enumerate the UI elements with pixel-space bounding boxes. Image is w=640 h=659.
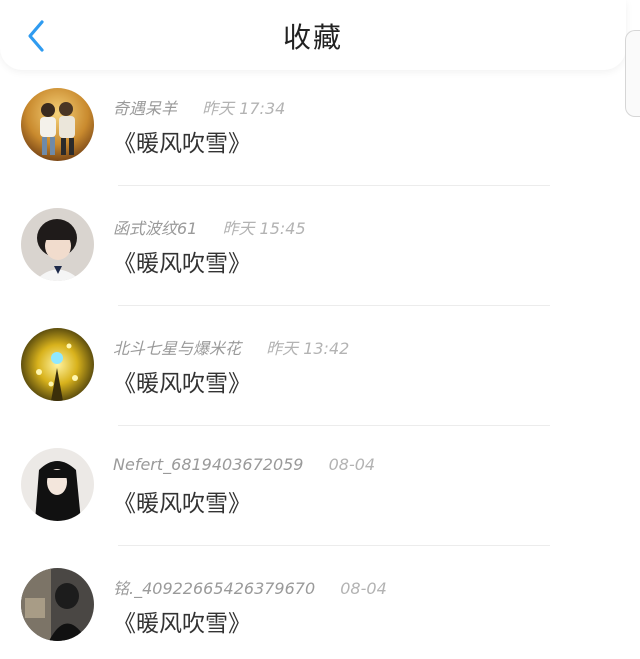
favorites-list: 奇遇呆羊 昨天 17:34 《暖风吹雪》 函式波纹61 昨天 15:45 《暖风… — [0, 72, 640, 659]
page-title: 收藏 — [282, 21, 343, 54]
author-name[interactable]: 函式波纹61 — [113, 219, 197, 238]
top-bar: 收藏 — [0, 0, 626, 70]
avatar[interactable] — [21, 88, 94, 161]
list-item[interactable]: 北斗七星与爆米花 昨天 13:42 《暖风吹雪》 — [0, 312, 640, 432]
author-name[interactable]: 北斗七星与爆米花 — [113, 339, 241, 358]
timestamp: 昨天 13:42 — [266, 339, 350, 358]
favorite-title[interactable]: 《暖风吹雪》 — [113, 484, 251, 518]
avatar[interactable] — [21, 568, 94, 641]
author-name[interactable]: 奇遇呆羊 — [113, 99, 177, 118]
timestamp: 08-04 — [340, 579, 387, 598]
favorites-page: 收藏 奇遇呆羊 昨天 17:34 《暖风吹雪》 函式波纹61 昨天 15:45 … — [0, 0, 640, 659]
side-edge-handle[interactable] — [625, 30, 640, 117]
author-name[interactable]: Nefert_6819403672059 — [113, 455, 303, 474]
timestamp: 昨天 17:34 — [202, 99, 286, 118]
timestamp: 08-04 — [328, 455, 376, 474]
favorite-title[interactable]: 《暖风吹雪》 — [113, 604, 251, 638]
list-item[interactable]: 奇遇呆羊 昨天 17:34 《暖风吹雪》 — [0, 72, 640, 192]
divider — [118, 305, 550, 306]
avatar[interactable] — [21, 328, 94, 401]
favorite-title[interactable]: 《暖风吹雪》 — [113, 124, 251, 158]
divider — [118, 545, 550, 546]
item-meta: 铭._40922665426379670 08-04 — [113, 575, 387, 599]
avatar[interactable] — [21, 448, 94, 521]
item-meta: 奇遇呆羊 昨天 17:34 — [113, 95, 285, 119]
item-meta: 北斗七星与爆米花 昨天 13:42 — [113, 335, 349, 359]
divider — [118, 185, 550, 186]
list-item[interactable]: Nefert_6819403672059 08-04 《暖风吹雪》 — [0, 432, 640, 552]
list-item[interactable]: 函式波纹61 昨天 15:45 《暖风吹雪》 — [0, 192, 640, 312]
favorite-title[interactable]: 《暖风吹雪》 — [113, 244, 251, 278]
divider — [118, 425, 550, 426]
author-name[interactable]: 铭._40922665426379670 — [113, 579, 315, 598]
avatar[interactable] — [21, 208, 94, 281]
list-item[interactable]: 铭._40922665426379670 08-04 《暖风吹雪》 — [0, 552, 640, 659]
item-meta: Nefert_6819403672059 08-04 — [113, 455, 375, 474]
item-meta: 函式波纹61 昨天 15:45 — [113, 215, 306, 239]
timestamp: 昨天 15:45 — [222, 219, 306, 238]
favorite-title[interactable]: 《暖风吹雪》 — [113, 364, 251, 398]
